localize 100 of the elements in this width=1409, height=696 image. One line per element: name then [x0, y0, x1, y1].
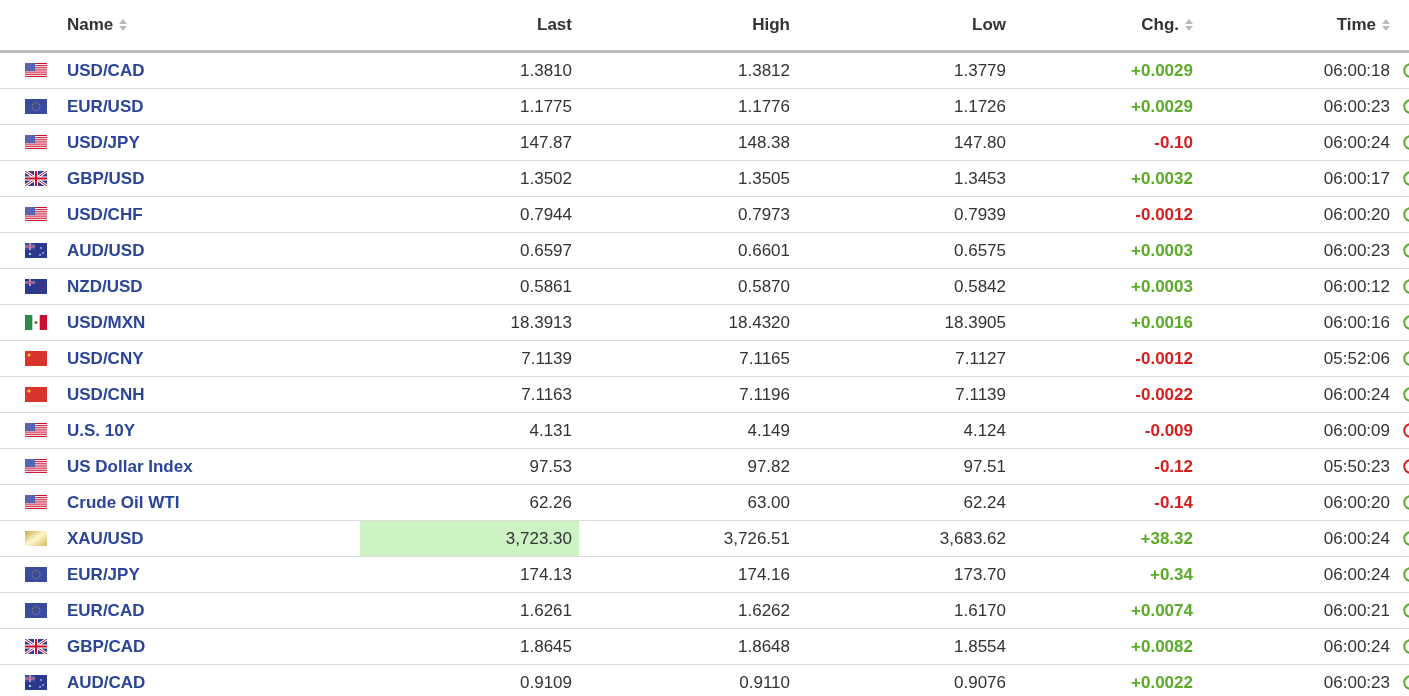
instrument-link[interactable]: AUD/CAD: [60, 672, 153, 693]
flag-icon: [25, 63, 47, 78]
time-cell-text: 06:00:20: [1322, 492, 1391, 514]
flag-icon: [25, 459, 47, 474]
time-cell-text: 05:50:23: [1322, 456, 1391, 478]
time-cell-text: 06:00:12: [1322, 276, 1391, 298]
table-cell-text: 1.6262: [737, 600, 791, 622]
change-cell-text: -0.0012: [1134, 348, 1194, 370]
table-cell-text: 0.9110: [738, 672, 791, 694]
table-cell-text: 1.6170: [953, 600, 1007, 622]
instrument-link[interactable]: NZD/USD: [60, 276, 150, 297]
time-cell-text: 06:00:23: [1322, 96, 1391, 118]
change-cell-text: +0.0029: [1130, 60, 1194, 82]
sort-icon: [1185, 19, 1193, 31]
time-cell-text: 06:00:23: [1322, 672, 1391, 694]
table-cell-text: 7.1127: [954, 348, 1007, 370]
instrument-link[interactable]: U.S. 10Y: [60, 420, 143, 441]
table-cell-text: 174.16: [737, 564, 791, 586]
instrument-link[interactable]: EUR/CAD: [60, 600, 152, 621]
time-cell-text: 06:00:17: [1322, 168, 1391, 190]
table-cell-text: 1.3505: [737, 168, 791, 190]
change-cell-text: +0.0003: [1130, 240, 1194, 262]
price-cell-text: 1.6261: [519, 600, 573, 622]
table-cell-text: 7.1139: [954, 384, 1007, 406]
price-cell-text: 0.6597: [519, 240, 573, 262]
price-cell-text: 4.131: [528, 420, 573, 442]
price-cell-text: 147.87: [519, 132, 573, 154]
flag-icon: [25, 351, 47, 366]
change-cell-text: -0.0012: [1134, 204, 1194, 226]
change-cell-text: -0.12: [1153, 456, 1194, 478]
time-cell-text: 06:00:21: [1322, 600, 1391, 622]
flag-icon: [25, 279, 47, 294]
table-cell-text: 1.1726: [953, 96, 1007, 118]
table-cell-text: 0.6575: [953, 240, 1007, 262]
change-cell-text: +38.32: [1139, 528, 1194, 550]
table-cell-text: 1.3453: [953, 168, 1007, 190]
price-cell-text: 97.53: [528, 456, 573, 478]
change-cell-text: +0.0082: [1130, 636, 1194, 658]
instrument-link[interactable]: GBP/CAD: [60, 636, 153, 657]
time-cell-text: 06:00:16: [1322, 312, 1391, 334]
change-cell-text: -0.009: [1143, 420, 1194, 442]
time-cell-text: 06:00:09: [1322, 420, 1391, 442]
change-cell-text: +0.0003: [1130, 276, 1194, 298]
sort-icon: [119, 19, 128, 31]
change-cell-text: -0.10: [1153, 132, 1194, 154]
column-header[interactable]: Name: [60, 15, 360, 35]
change-cell-text: +0.0016: [1130, 312, 1194, 334]
instrument-link[interactable]: US Dollar Index: [60, 456, 200, 477]
instrument-link[interactable]: EUR/USD: [60, 96, 151, 117]
price-cell-text: 18.3913: [509, 312, 573, 334]
instrument-link[interactable]: USD/MXN: [60, 312, 153, 333]
table-cell-text: 0.9076: [953, 672, 1007, 694]
flag-icon: [25, 387, 47, 402]
time-cell-text: 06:00:24: [1322, 132, 1391, 154]
table-cell-text: 1.3779: [953, 60, 1007, 82]
price-cell-text: 0.9109: [519, 672, 573, 694]
instrument-link[interactable]: XAU/USD: [60, 528, 151, 549]
time-cell-text: 06:00:20: [1322, 204, 1391, 226]
price-cell-text: 0.7944: [519, 204, 573, 226]
table-cell-text: 18.3905: [943, 312, 1007, 334]
column-header: Last: [536, 15, 573, 35]
table-cell-text: 1.1776: [737, 96, 791, 118]
table-cell-text: 0.6601: [737, 240, 791, 262]
instrument-link[interactable]: EUR/JPY: [60, 564, 147, 585]
price-cell-text: 174.13: [519, 564, 573, 586]
price-cell-text: 0.5861: [519, 276, 573, 298]
time-cell-text: 05:52:06: [1322, 348, 1391, 370]
column-header[interactable]: Time: [1200, 15, 1397, 35]
flag-icon: [25, 495, 47, 510]
flag-icon: [25, 639, 47, 654]
flag-icon: [25, 603, 47, 618]
column-header[interactable]: Chg.: [1013, 15, 1200, 35]
table-cell-text: 0.7939: [953, 204, 1007, 226]
instrument-link[interactable]: Crude Oil WTI: [60, 492, 187, 513]
time-cell-text: 06:00:24: [1322, 528, 1391, 550]
table-cell-text: 1.8554: [953, 636, 1007, 658]
instrument-link[interactable]: USD/JPY: [60, 132, 147, 153]
instrument-link[interactable]: USD/CHF: [60, 204, 150, 225]
column-header: Low: [971, 15, 1007, 35]
instrument-link[interactable]: USD/CNH: [60, 384, 152, 405]
flag-icon: [25, 423, 47, 438]
change-cell-text: +0.0029: [1130, 96, 1194, 118]
flag-icon: [25, 135, 47, 150]
flag-icon: [25, 171, 47, 186]
table-cell-text: 173.70: [953, 564, 1007, 586]
table-cell-text: 1.3812: [737, 60, 791, 82]
table-cell-text: 1.8648: [737, 636, 791, 658]
instrument-link[interactable]: USD/CAD: [60, 60, 152, 81]
table-cell-text: 7.1165: [738, 348, 791, 370]
price-cell-text: 1.3502: [519, 168, 573, 190]
change-cell-text: -0.0022: [1134, 384, 1194, 406]
instrument-link[interactable]: USD/CNY: [60, 348, 151, 369]
instrument-link[interactable]: AUD/USD: [60, 240, 152, 261]
flag-icon: [25, 675, 47, 690]
flag-icon: [25, 567, 47, 582]
table-cell-text: 62.24: [962, 492, 1007, 514]
price-cell-text: 7.1163: [520, 384, 573, 406]
sort-icon: [1382, 19, 1390, 31]
instrument-link[interactable]: GBP/USD: [60, 168, 152, 189]
flag-icon: [25, 207, 47, 222]
